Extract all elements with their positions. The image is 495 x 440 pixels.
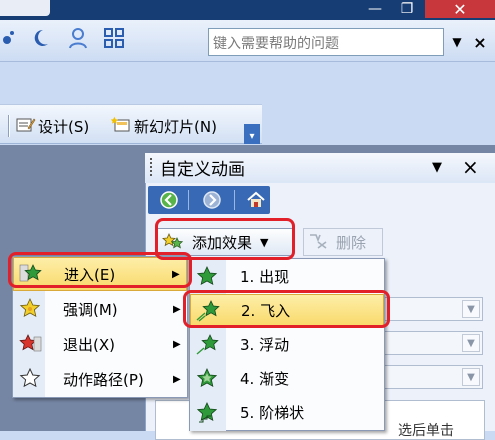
nav-divider — [234, 190, 235, 210]
back-arrow-icon[interactable] — [157, 189, 181, 211]
design-button[interactable]: 设计(S) — [16, 114, 89, 138]
help-close-button[interactable]: × — [470, 30, 490, 54]
design-label: 设计(S) — [38, 117, 90, 136]
chevron-down-icon: ▼ — [462, 300, 480, 318]
toolbar-options-chevron[interactable]: ▾ — [244, 124, 260, 144]
submenu-item-appear[interactable]: 1. 出现 — [190, 260, 384, 293]
chevron-down-icon: ▼ — [462, 334, 480, 352]
submenu-item-label: 4. 渐变 — [240, 370, 290, 388]
pane-close-button[interactable]: × — [462, 155, 479, 179]
new-slide-icon — [110, 116, 134, 136]
start-dropdown[interactable]: ▼ — [383, 297, 483, 321]
toolbar-separator — [8, 115, 10, 137]
submenu-item-float[interactable]: 3. 浮动 — [190, 328, 384, 361]
nav-divider — [188, 190, 189, 210]
help-search-input[interactable]: 键入需要帮助的问题 — [208, 28, 444, 56]
minimize-button[interactable]: — — [360, 0, 390, 18]
submenu-arrow-icon: ▶ — [173, 338, 181, 350]
help-dropdown-arrow[interactable]: ▼ — [447, 30, 467, 54]
appear-star-icon — [190, 262, 224, 292]
pane-menu-arrow[interactable]: ▼ — [432, 160, 452, 175]
exit-star-icon — [15, 329, 45, 359]
annotation-frame-entrance — [8, 252, 192, 288]
design-icon — [16, 116, 38, 136]
slide-workspace-top — [145, 145, 495, 153]
forward-arrow-icon[interactable] — [200, 189, 224, 211]
property-dropdown[interactable]: ▼ — [383, 331, 483, 355]
fade-star-icon — [190, 364, 224, 394]
moon-icon[interactable] — [28, 26, 52, 50]
submenu-item-stairs[interactable]: 5. 阶梯状 — [190, 396, 384, 429]
submenu-item-label: 5. 阶梯状 — [240, 404, 305, 422]
chevron-down-icon: ▼ — [462, 368, 480, 386]
speed-dropdown[interactable]: ▼ — [383, 365, 483, 389]
submenu-arrow-icon: ▶ — [173, 373, 181, 385]
submenu-item-fade[interactable]: 4. 渐变 — [190, 362, 384, 395]
pane-hint-text: 选后单击 — [398, 423, 454, 439]
menu-item-label: 退出(X) — [63, 335, 115, 354]
menu-item-emphasis[interactable]: 强调(M) ▶ — [13, 292, 187, 326]
title-tab — [0, 0, 50, 16]
float-star-icon — [190, 330, 224, 360]
close-window-button[interactable]: ✕ — [425, 0, 495, 19]
home-icon[interactable] — [244, 189, 268, 211]
menu-item-label: 动作路径(P) — [63, 370, 144, 389]
user-icon[interactable] — [66, 26, 90, 50]
partial-toolbar-icon[interactable] — [0, 26, 16, 50]
remove-label: 删除 — [336, 233, 367, 252]
motion-path-star-icon — [15, 364, 45, 394]
menu-item-exit[interactable]: 退出(X) ▶ — [13, 327, 187, 361]
annotation-frame-fly-in — [183, 290, 390, 328]
toolbar-gap — [0, 63, 495, 104]
submenu-item-label: 1. 出现 — [240, 268, 290, 286]
pane-title: 自定义动画 — [160, 160, 245, 180]
maximize-button[interactable]: ❐ — [392, 0, 422, 18]
new-slide-label: 新幻灯片(N) — [134, 117, 217, 136]
menu-item-label: 强调(M) — [63, 300, 118, 319]
grid-icon[interactable] — [102, 26, 126, 50]
remove-icon — [308, 232, 332, 252]
emphasis-star-icon — [15, 294, 45, 324]
menu-item-motion-path[interactable]: 动作路径(P) ▶ — [13, 362, 187, 396]
remove-button[interactable]: 删除 — [303, 228, 383, 256]
submenu-item-label: 3. 浮动 — [240, 336, 290, 354]
new-slide-button[interactable]: 新幻灯片(N) — [110, 114, 217, 138]
stairs-star-icon — [190, 398, 224, 428]
pane-grip-handle[interactable] — [150, 158, 154, 176]
